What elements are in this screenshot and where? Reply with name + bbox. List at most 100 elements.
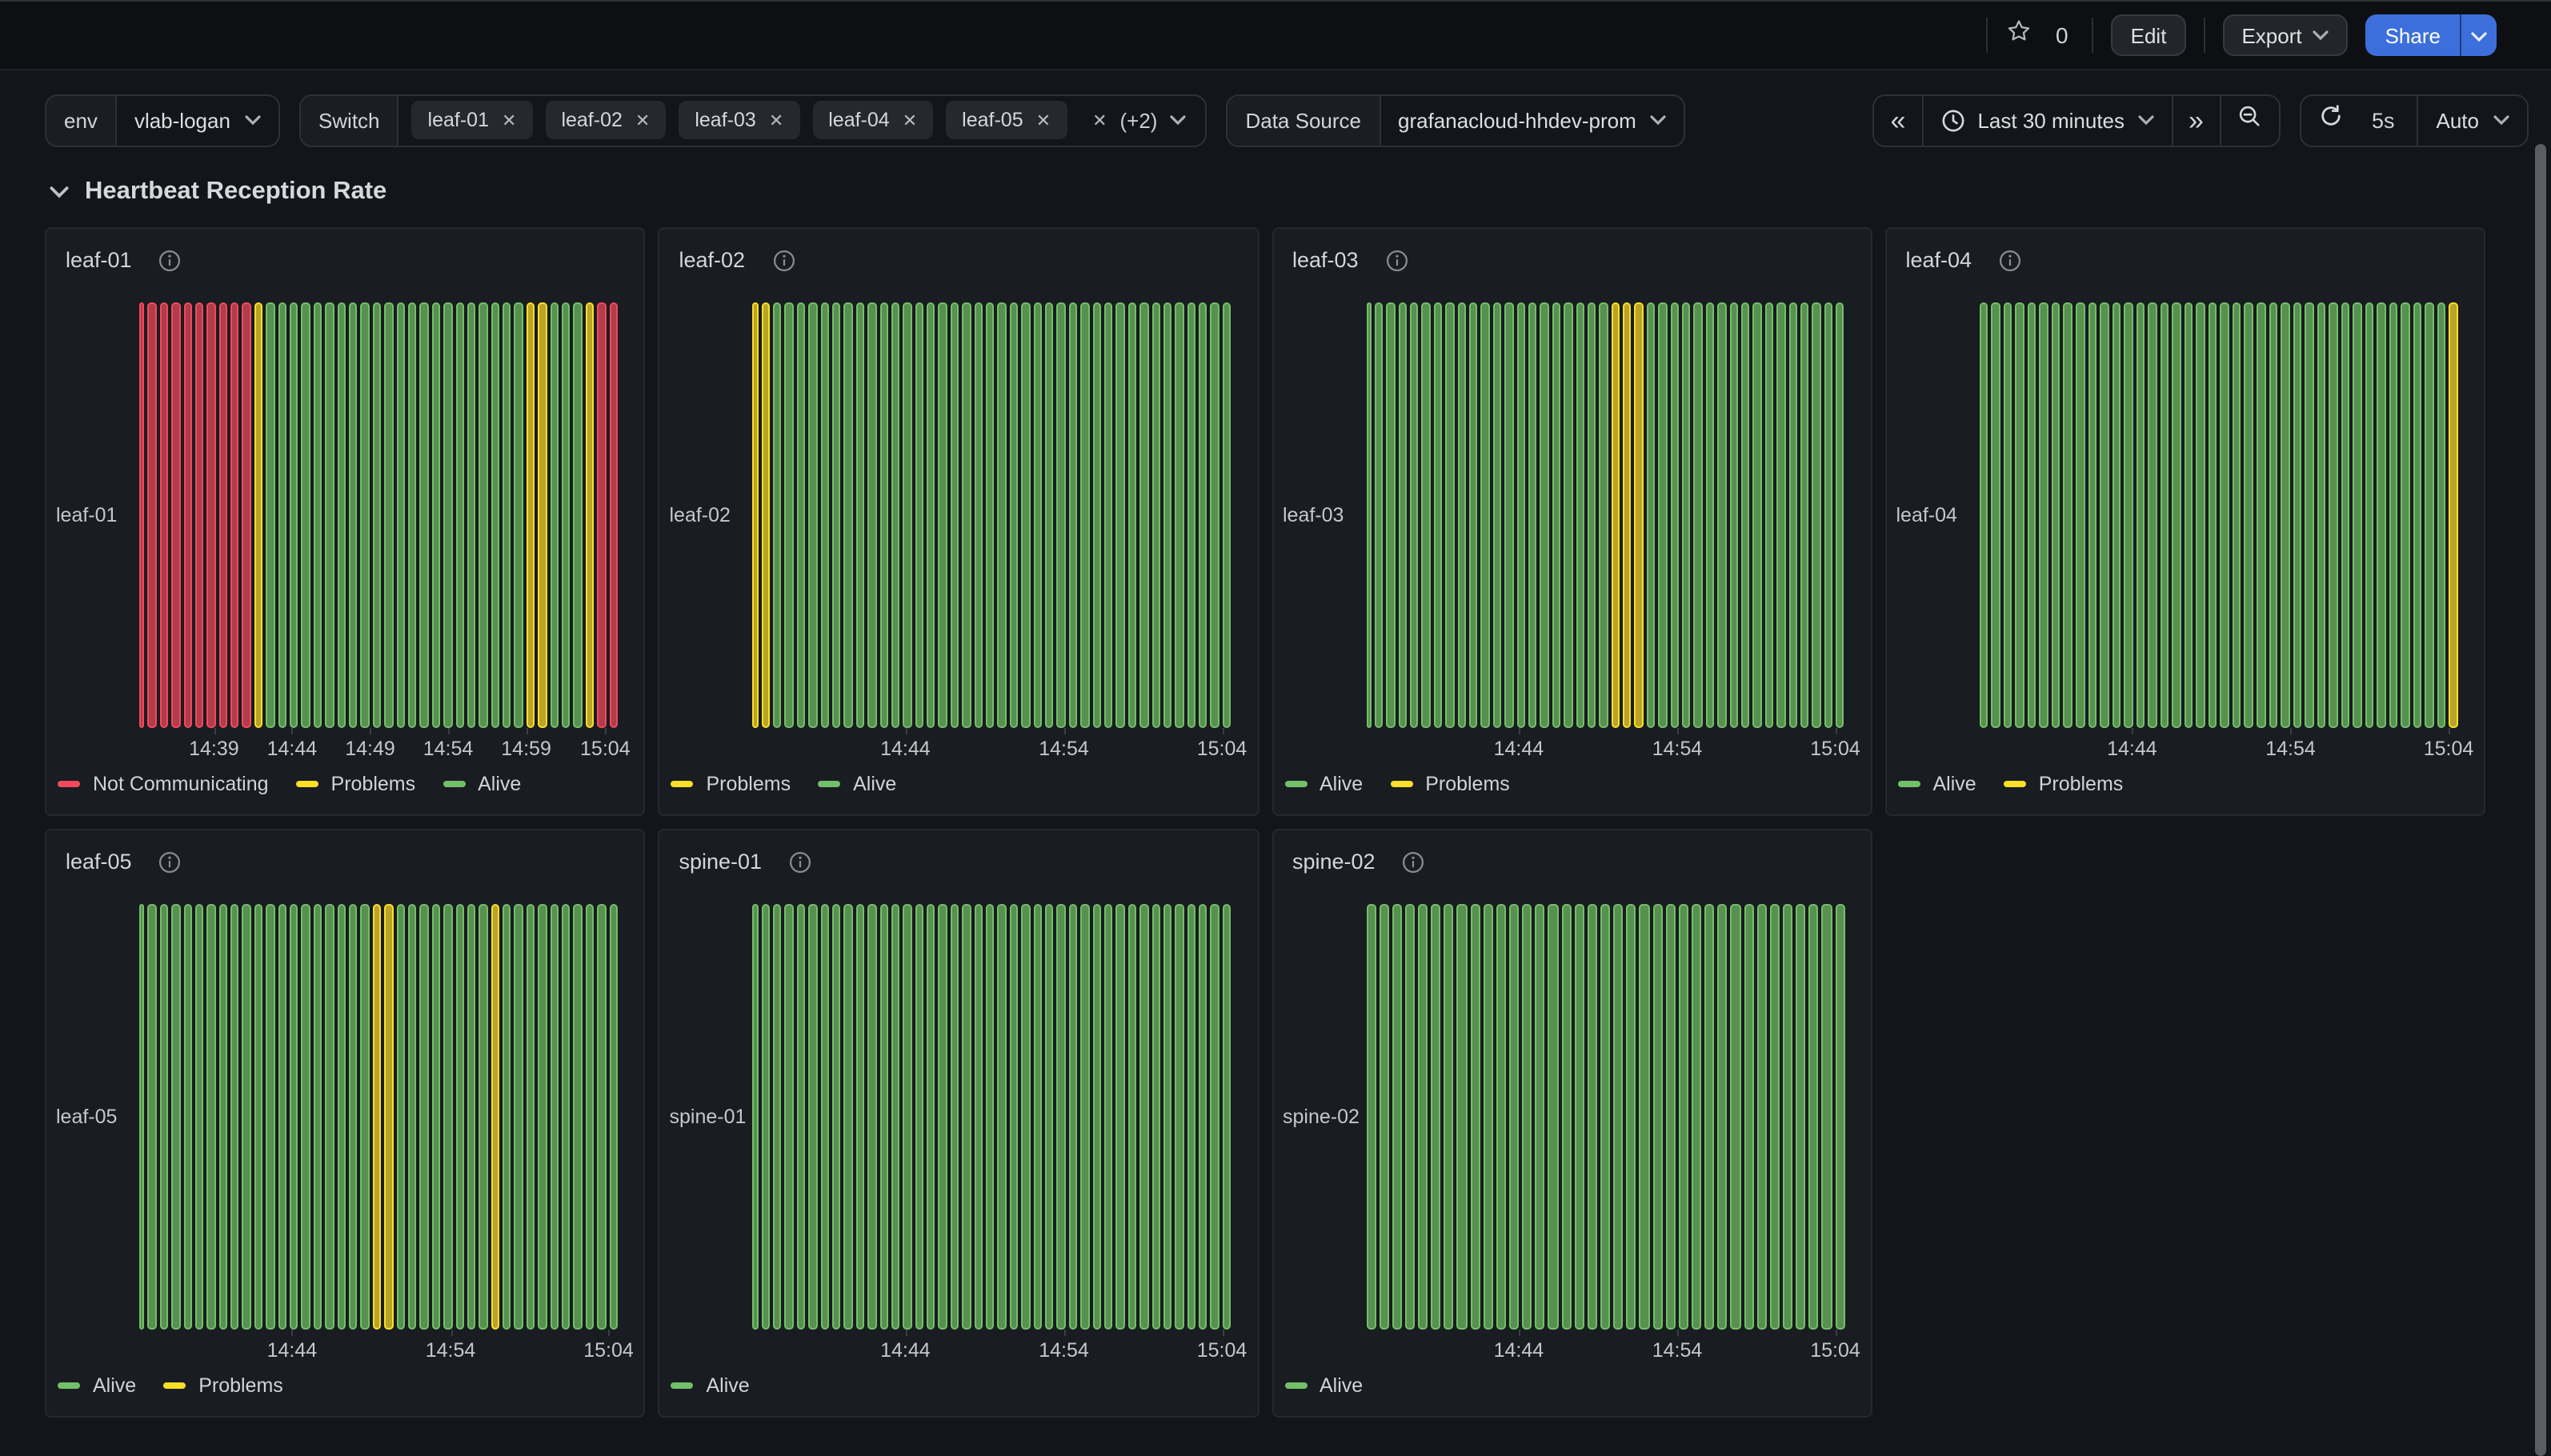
state-bar-problems[interactable] xyxy=(1635,302,1644,728)
state-bar-alive[interactable] xyxy=(844,904,853,1330)
state-bar-alive[interactable] xyxy=(1540,302,1549,728)
state-bar-alive[interactable] xyxy=(1104,904,1113,1330)
state-bar-alive[interactable] xyxy=(915,904,923,1330)
switch-pill[interactable]: leaf-04✕ xyxy=(812,101,933,139)
state-bar-alive[interactable] xyxy=(927,302,935,728)
state-bar-alive[interactable] xyxy=(1127,904,1136,1330)
state-bar-alive[interactable] xyxy=(2425,302,2434,728)
state-bar-alive[interactable] xyxy=(1575,904,1584,1330)
state-bar-alive[interactable] xyxy=(2076,302,2084,728)
state-bar-alive[interactable] xyxy=(1211,904,1219,1330)
state-bar-alive[interactable] xyxy=(773,904,782,1330)
state-bar-alive[interactable] xyxy=(290,302,298,728)
state-bar-alive[interactable] xyxy=(1640,904,1649,1330)
state-bar-alive[interactable] xyxy=(1788,302,1797,728)
state-bar-alive[interactable] xyxy=(1516,302,1525,728)
state-bar-alive[interactable] xyxy=(1576,302,1584,728)
state-bar-alive[interactable] xyxy=(2160,302,2169,728)
state-bar-alive[interactable] xyxy=(2281,302,2289,728)
state-bar-alive[interactable] xyxy=(867,904,876,1330)
state-bar-dead[interactable] xyxy=(609,302,618,728)
state-bar-alive[interactable] xyxy=(903,302,912,728)
state-bar-alive[interactable] xyxy=(361,302,370,728)
state-bar-alive[interactable] xyxy=(2269,302,2277,728)
state-bar-alive[interactable] xyxy=(2365,302,2374,728)
state-bar-alive[interactable] xyxy=(785,904,794,1330)
state-bar-alive[interactable] xyxy=(1175,302,1184,728)
state-bar-alive[interactable] xyxy=(1021,302,1030,728)
state-bar-problems[interactable] xyxy=(2449,302,2458,728)
state-bar-alive[interactable] xyxy=(337,302,346,728)
state-bar-alive[interactable] xyxy=(479,904,488,1330)
state-bar-alive[interactable] xyxy=(586,904,595,1330)
state-bar-alive[interactable] xyxy=(1010,302,1019,728)
state-bar-alive[interactable] xyxy=(891,302,900,728)
state-bar-alive[interactable] xyxy=(195,904,204,1330)
state-bar-alive[interactable] xyxy=(1405,904,1415,1330)
state-bar-alive[interactable] xyxy=(939,904,947,1330)
state-bar-alive[interactable] xyxy=(1812,302,1821,728)
state-bar-alive[interactable] xyxy=(1588,302,1596,728)
state-bar-alive[interactable] xyxy=(1647,302,1656,728)
state-bar-alive[interactable] xyxy=(1080,904,1089,1330)
state-bar-alive[interactable] xyxy=(242,904,251,1330)
state-bar-alive[interactable] xyxy=(797,904,806,1330)
info-icon[interactable] xyxy=(159,850,182,873)
state-bar-alive[interactable] xyxy=(230,904,239,1330)
state-bar-problems[interactable] xyxy=(527,302,535,728)
state-bar-alive[interactable] xyxy=(562,904,571,1330)
state-bar-alive[interactable] xyxy=(785,302,794,728)
state-bar-alive[interactable] xyxy=(1010,904,1019,1330)
refresh-button[interactable] xyxy=(2301,95,2362,145)
state-bar-alive[interactable] xyxy=(1045,302,1054,728)
state-bar-alive[interactable] xyxy=(562,302,571,728)
state-bar-alive[interactable] xyxy=(479,302,488,728)
state-bar-alive[interactable] xyxy=(266,302,275,728)
state-bar-alive[interactable] xyxy=(1175,904,1184,1330)
state-bar-alive[interactable] xyxy=(2124,302,2133,728)
star-button[interactable] xyxy=(2004,18,2032,53)
zoom-out-button[interactable] xyxy=(2221,95,2279,145)
state-bar-problems[interactable] xyxy=(254,302,263,728)
legend-item-alive[interactable]: Alive xyxy=(1284,773,1363,795)
state-bar-alive[interactable] xyxy=(855,302,864,728)
state-bar-dead[interactable] xyxy=(148,302,157,728)
panel-title[interactable]: leaf-04 xyxy=(1906,248,1972,272)
info-icon[interactable] xyxy=(1386,249,1408,271)
state-bar-alive[interactable] xyxy=(1729,302,1738,728)
state-bar-alive[interactable] xyxy=(1528,302,1537,728)
state-bar-problems[interactable] xyxy=(753,302,759,728)
state-bar-alive[interactable] xyxy=(515,302,523,728)
state-bar-alive[interactable] xyxy=(1682,302,1691,728)
state-bar-alive[interactable] xyxy=(1033,904,1042,1330)
state-bar-alive[interactable] xyxy=(396,302,405,728)
state-bar-alive[interactable] xyxy=(1410,302,1419,728)
state-bar-problems[interactable] xyxy=(373,904,382,1330)
state-bar-alive[interactable] xyxy=(1536,904,1545,1330)
state-bar-alive[interactable] xyxy=(2004,302,2012,728)
state-bar-alive[interactable] xyxy=(963,904,971,1330)
row-header[interactable]: Heartbeat Reception Rate xyxy=(50,178,2551,206)
state-bar-alive[interactable] xyxy=(503,904,511,1330)
state-bar-alive[interactable] xyxy=(2377,302,2386,728)
state-bar-alive[interactable] xyxy=(1588,904,1597,1330)
state-bar-alive[interactable] xyxy=(278,904,286,1330)
scrollbar-thumb[interactable] xyxy=(2535,144,2546,1456)
state-bar-dead[interactable] xyxy=(139,302,145,728)
state-bar-alive[interactable] xyxy=(2317,302,2325,728)
panel-title[interactable]: spine-01 xyxy=(679,850,763,874)
state-bar-alive[interactable] xyxy=(761,904,770,1330)
state-bar-alive[interactable] xyxy=(2257,302,2265,728)
edit-button[interactable]: Edit xyxy=(2112,14,2186,56)
state-bar-alive[interactable] xyxy=(1694,302,1703,728)
state-bar-alive[interactable] xyxy=(1057,904,1066,1330)
state-bar-alive[interactable] xyxy=(1484,904,1493,1330)
state-bar-alive[interactable] xyxy=(2088,302,2096,728)
remove-icon[interactable]: ✕ xyxy=(903,110,917,130)
state-bar-alive[interactable] xyxy=(879,904,888,1330)
state-bar-dead[interactable] xyxy=(597,302,606,728)
state-bar-alive[interactable] xyxy=(420,904,429,1330)
state-bar-alive[interactable] xyxy=(1021,904,1030,1330)
state-bar-alive[interactable] xyxy=(171,904,180,1330)
remove-icon[interactable]: ✕ xyxy=(635,110,650,130)
